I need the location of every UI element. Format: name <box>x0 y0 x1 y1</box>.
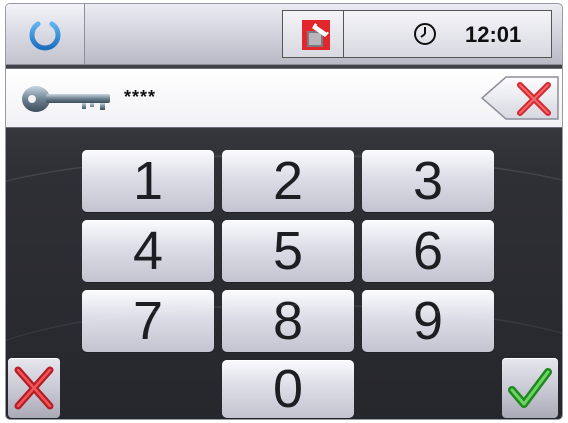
green-check-icon <box>508 368 552 408</box>
confirm-button[interactable] <box>502 358 558 418</box>
key-8[interactable]: 8 <box>222 290 354 352</box>
key-4[interactable]: 4 <box>82 220 214 282</box>
red-x-icon <box>14 366 54 410</box>
clock-icon <box>413 22 437 51</box>
power-icon <box>29 15 61 51</box>
key-6[interactable]: 6 <box>362 220 494 282</box>
backspace-button[interactable] <box>478 75 560 121</box>
keypad-screen: 12:01 **** 1 2 3 4 5 6 7 8 9 0 <box>6 4 562 419</box>
key-2[interactable]: 2 <box>222 150 354 212</box>
code-entry-bar: **** <box>6 68 562 128</box>
top-bar: 12:01 <box>6 4 562 65</box>
key-0[interactable]: 0 <box>222 360 354 418</box>
key-icon <box>20 83 116 120</box>
power-button[interactable] <box>6 4 85 64</box>
clock-time: 12:01 <box>465 22 522 47</box>
key-1[interactable]: 1 <box>82 150 214 212</box>
cancel-button[interactable] <box>8 358 60 418</box>
backspace-x-icon <box>480 76 559 120</box>
key-3[interactable]: 3 <box>362 150 494 212</box>
status-separator <box>343 11 344 57</box>
code-value: **** <box>124 87 157 107</box>
memory-card-icon <box>301 19 331 56</box>
key-5[interactable]: 5 <box>222 220 354 282</box>
key-7[interactable]: 7 <box>82 290 214 352</box>
status-box: 12:01 <box>282 10 552 58</box>
key-9[interactable]: 9 <box>362 290 494 352</box>
